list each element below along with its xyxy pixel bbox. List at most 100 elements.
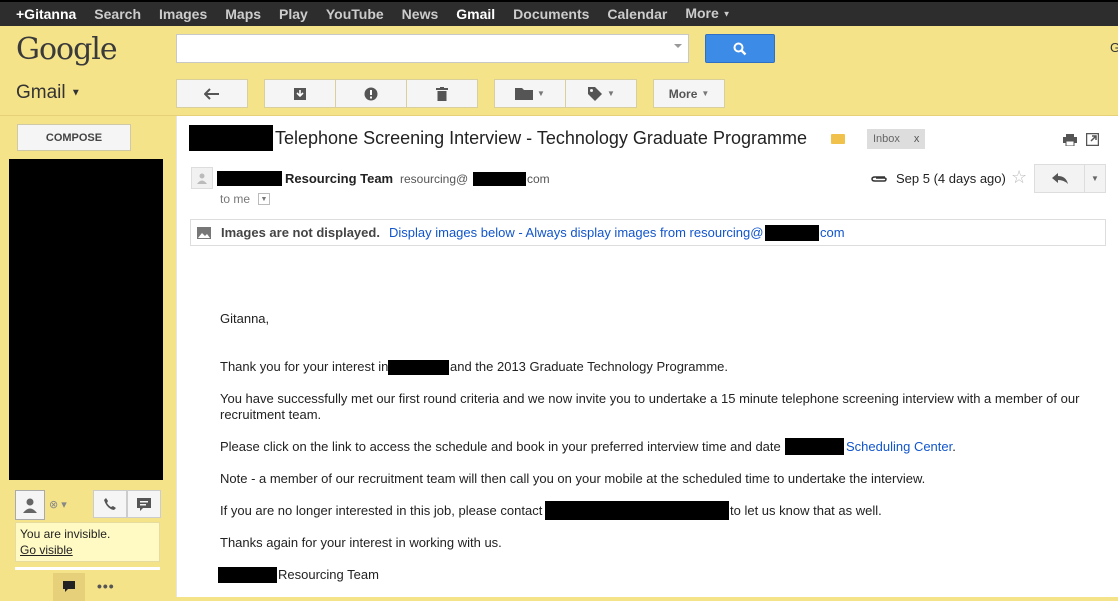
chevron-down-icon: ▼ (701, 89, 710, 98)
search-button[interactable] (705, 34, 775, 63)
archive-button[interactable] (264, 79, 336, 108)
remove-label-button[interactable]: x (914, 133, 920, 145)
more-reply-options-button[interactable]: ▼ (1084, 164, 1106, 193)
display-images-link[interactable]: Display images below - Always display im… (389, 225, 763, 240)
nav-gmail[interactable]: Gmail (447, 2, 504, 26)
top-nav-bar: +Gitanna Search Images Maps Play YouTube… (0, 0, 1118, 26)
redacted-text (218, 567, 277, 583)
chat-controls: ⊗ ▾ (15, 490, 161, 520)
redacted-folder-list (9, 159, 163, 480)
redacted-text (785, 438, 844, 455)
attachment-icon (871, 172, 887, 187)
nav-maps[interactable]: Maps (216, 2, 270, 26)
search-options-icon[interactable] (674, 44, 682, 48)
left-sidebar: COMPOSE ⊗ ▾ You are invisible. Go visibl… (0, 116, 176, 601)
phone-icon (104, 498, 116, 510)
sender-email: resourcing@ (400, 172, 469, 186)
new-window-icon[interactable] (1085, 132, 1100, 149)
inbox-label-chip: Inbox x (867, 129, 926, 149)
importance-marker-icon[interactable] (831, 134, 845, 144)
body-paragraph-5b: to let us know that as well. (730, 503, 882, 518)
body-paragraph-5a: If you are no longer interested in this … (220, 503, 543, 518)
message-date: Sep 5 (4 days ago) (896, 171, 1006, 186)
nav-news[interactable]: News (393, 2, 448, 26)
inbox-label-text: Inbox (873, 133, 900, 145)
divider (15, 567, 160, 570)
nav-profile[interactable]: +Gitanna (0, 2, 85, 26)
go-visible-link[interactable]: Go visible (20, 542, 155, 558)
more-options-icon[interactable]: ••• (97, 578, 115, 594)
sender-avatar[interactable] (191, 167, 213, 189)
person-icon (197, 173, 207, 184)
chevron-down-icon: ▼ (607, 89, 615, 98)
gmail-toolbar-row: Gmail ▼ ▼ ▼ More ▼ (0, 72, 1118, 116)
redacted-text (545, 501, 729, 520)
exclamation-icon (364, 87, 378, 100)
redacted-text (217, 171, 282, 186)
back-to-inbox-button[interactable] (176, 79, 248, 108)
nav-more[interactable]: More ▼ (676, 1, 739, 26)
new-chat-button[interactable] (127, 490, 161, 518)
search-input[interactable] (177, 35, 688, 62)
google-header: Google G (0, 26, 1118, 72)
body-paragraph-1b: and the 2013 Graduate Technology Program… (450, 359, 728, 374)
chevron-down-icon: ▼ (70, 87, 81, 99)
nav-youtube[interactable]: YouTube (317, 2, 393, 26)
nav-search[interactable]: Search (85, 2, 150, 26)
search-icon (733, 42, 747, 55)
body-paragraph-3: Please click on the link to access the s… (220, 439, 781, 454)
redacted-text (765, 225, 819, 241)
body-paragraph-6: Thanks again for your interest in workin… (220, 535, 502, 550)
compose-button[interactable]: COMPOSE (17, 124, 131, 151)
image-icon (197, 227, 211, 242)
invisible-status-text: You are invisible. (20, 527, 111, 541)
chat-bubble-icon (63, 581, 75, 592)
label-icon (588, 86, 603, 101)
redacted-text (189, 125, 273, 151)
gmail-label: Gmail (16, 82, 66, 103)
redacted-text (388, 360, 449, 375)
nav-more-label: More (685, 5, 719, 22)
folder-icon (515, 88, 534, 100)
scheduling-center-container: Scheduling Center. (846, 439, 956, 455)
body-paragraph-3-end: . (952, 439, 956, 454)
nav-calendar[interactable]: Calendar (598, 2, 676, 26)
message-subject: Telephone Screening Interview - Technolo… (275, 128, 807, 148)
images-not-displayed-notice: Images are not displayed. Display images… (190, 219, 1106, 246)
recipient-label: to me (220, 192, 251, 206)
display-images-link-suffix[interactable]: com (820, 225, 845, 240)
report-spam-button[interactable] (335, 79, 407, 108)
more-actions-label: More (668, 86, 698, 101)
nav-play[interactable]: Play (270, 2, 317, 26)
message-view: Telephone Screening Interview - Technolo… (176, 116, 1118, 597)
print-icon[interactable] (1063, 134, 1077, 149)
chat-bubble-icon (137, 497, 151, 511)
star-icon[interactable]: ☆ (1011, 167, 1027, 188)
chevron-down-icon: ▼ (722, 9, 731, 19)
trash-icon (436, 86, 448, 101)
body-paragraph-4: Note - a member of our recruitment team … (220, 471, 926, 486)
labels-button[interactable]: ▼ (565, 79, 637, 108)
signature: Resourcing Team (278, 567, 379, 582)
sender-name[interactable]: Resourcing Team (285, 171, 393, 186)
nav-images[interactable]: Images (150, 2, 216, 26)
chat-status-dropdown[interactable]: ⊗ ▾ (49, 498, 67, 511)
sender-email-suffix: com (527, 172, 550, 186)
scheduling-center-link[interactable]: Scheduling Center (846, 439, 952, 454)
gmail-menu[interactable]: Gmail ▼ (16, 82, 81, 104)
move-to-button[interactable]: ▼ (494, 79, 566, 108)
more-actions-button[interactable]: More ▼ (653, 79, 725, 108)
body-paragraph-1a: Thank you for your interest in (220, 359, 389, 374)
person-icon (23, 498, 37, 513)
google-logo[interactable]: Google (16, 32, 118, 67)
chevron-down-icon: ▼ (537, 89, 545, 98)
chat-avatar[interactable] (15, 490, 45, 520)
show-details-button[interactable]: ▼ (258, 193, 270, 205)
reply-button[interactable] (1034, 164, 1085, 193)
reply-icon (1051, 173, 1068, 184)
body-paragraph-2-line2: recruitment team. (220, 407, 322, 422)
delete-button[interactable] (406, 79, 478, 108)
chat-tab[interactable] (53, 573, 85, 601)
call-button[interactable] (93, 490, 127, 518)
nav-documents[interactable]: Documents (504, 2, 598, 26)
